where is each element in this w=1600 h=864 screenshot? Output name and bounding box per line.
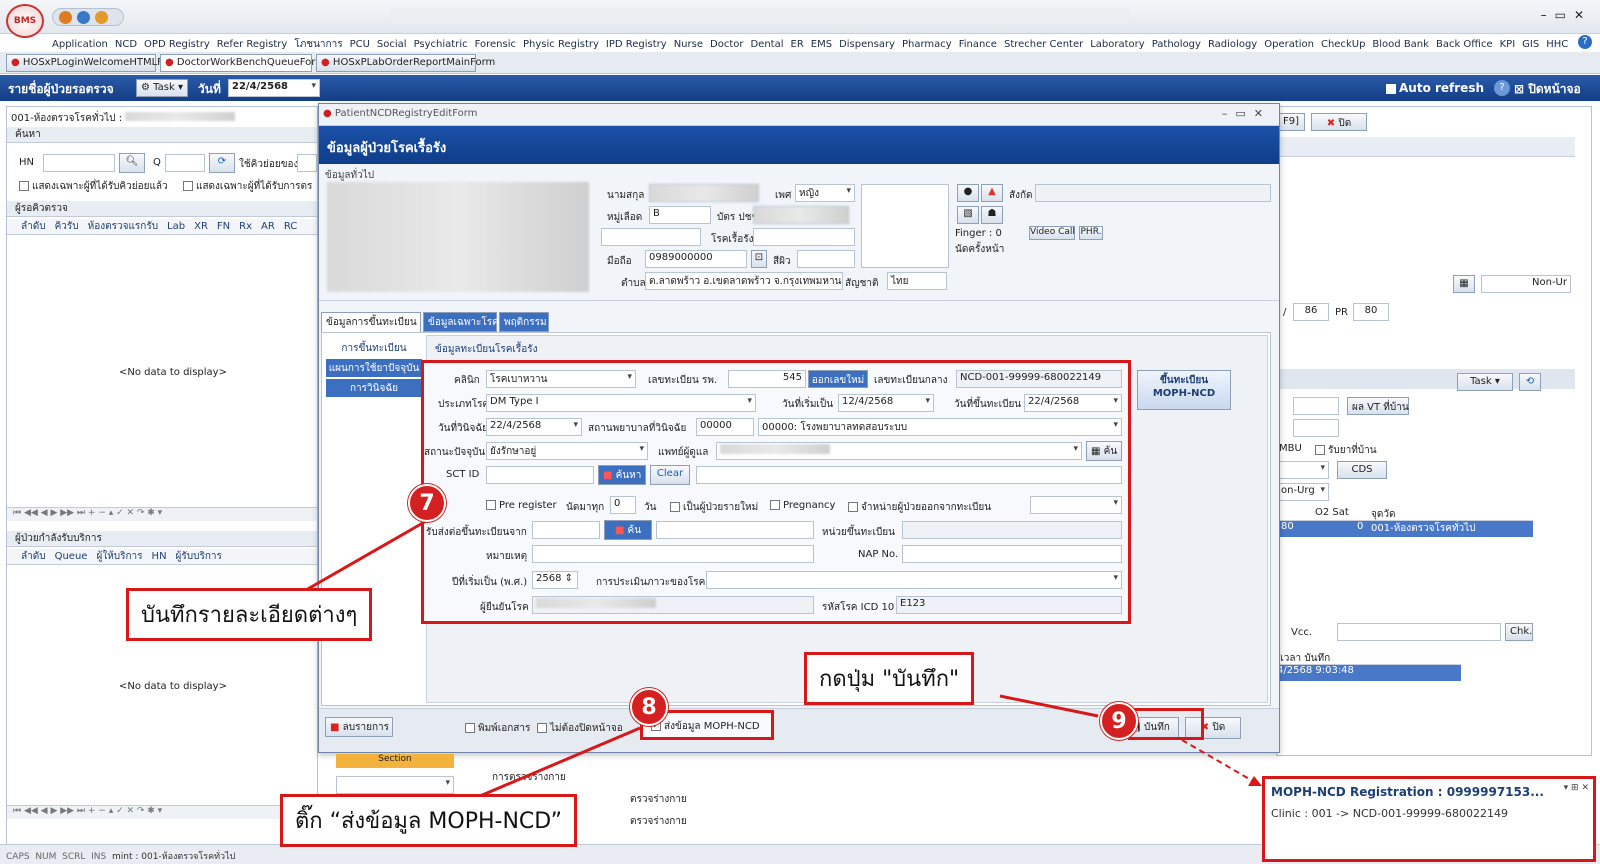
step-9-badge: 9 — [1100, 702, 1138, 740]
notification-body: Clinic : 001 -> NCD-001-99999-680022149 — [1271, 807, 1509, 820]
moph-notification[interactable]: MOPH-NCD Registration : 0999997153... ▾ … — [1262, 776, 1596, 862]
arrow-head — [1248, 776, 1262, 786]
callout-9: กดปุ่ม "บันทึก" — [804, 652, 975, 705]
callout-7: บันทึกรายละเอียดต่างๆ — [126, 588, 373, 641]
line-9 — [999, 694, 1099, 718]
line-7 — [305, 518, 429, 592]
notification-controls[interactable]: ▾ ⊞ ✕ — [1564, 783, 1589, 793]
callout-8: ติ๊ก “ส่งข้อมูล MOPH-NCD” — [280, 794, 578, 847]
notification-title: MOPH-NCD Registration : 0999997153... — [1271, 785, 1544, 799]
line-8 — [479, 726, 641, 798]
annotation-lines — [305, 518, 1262, 798]
step-7-badge: 7 — [408, 484, 446, 522]
arrow-to-notification — [1181, 739, 1259, 785]
step-8-badge: 8 — [630, 688, 668, 726]
